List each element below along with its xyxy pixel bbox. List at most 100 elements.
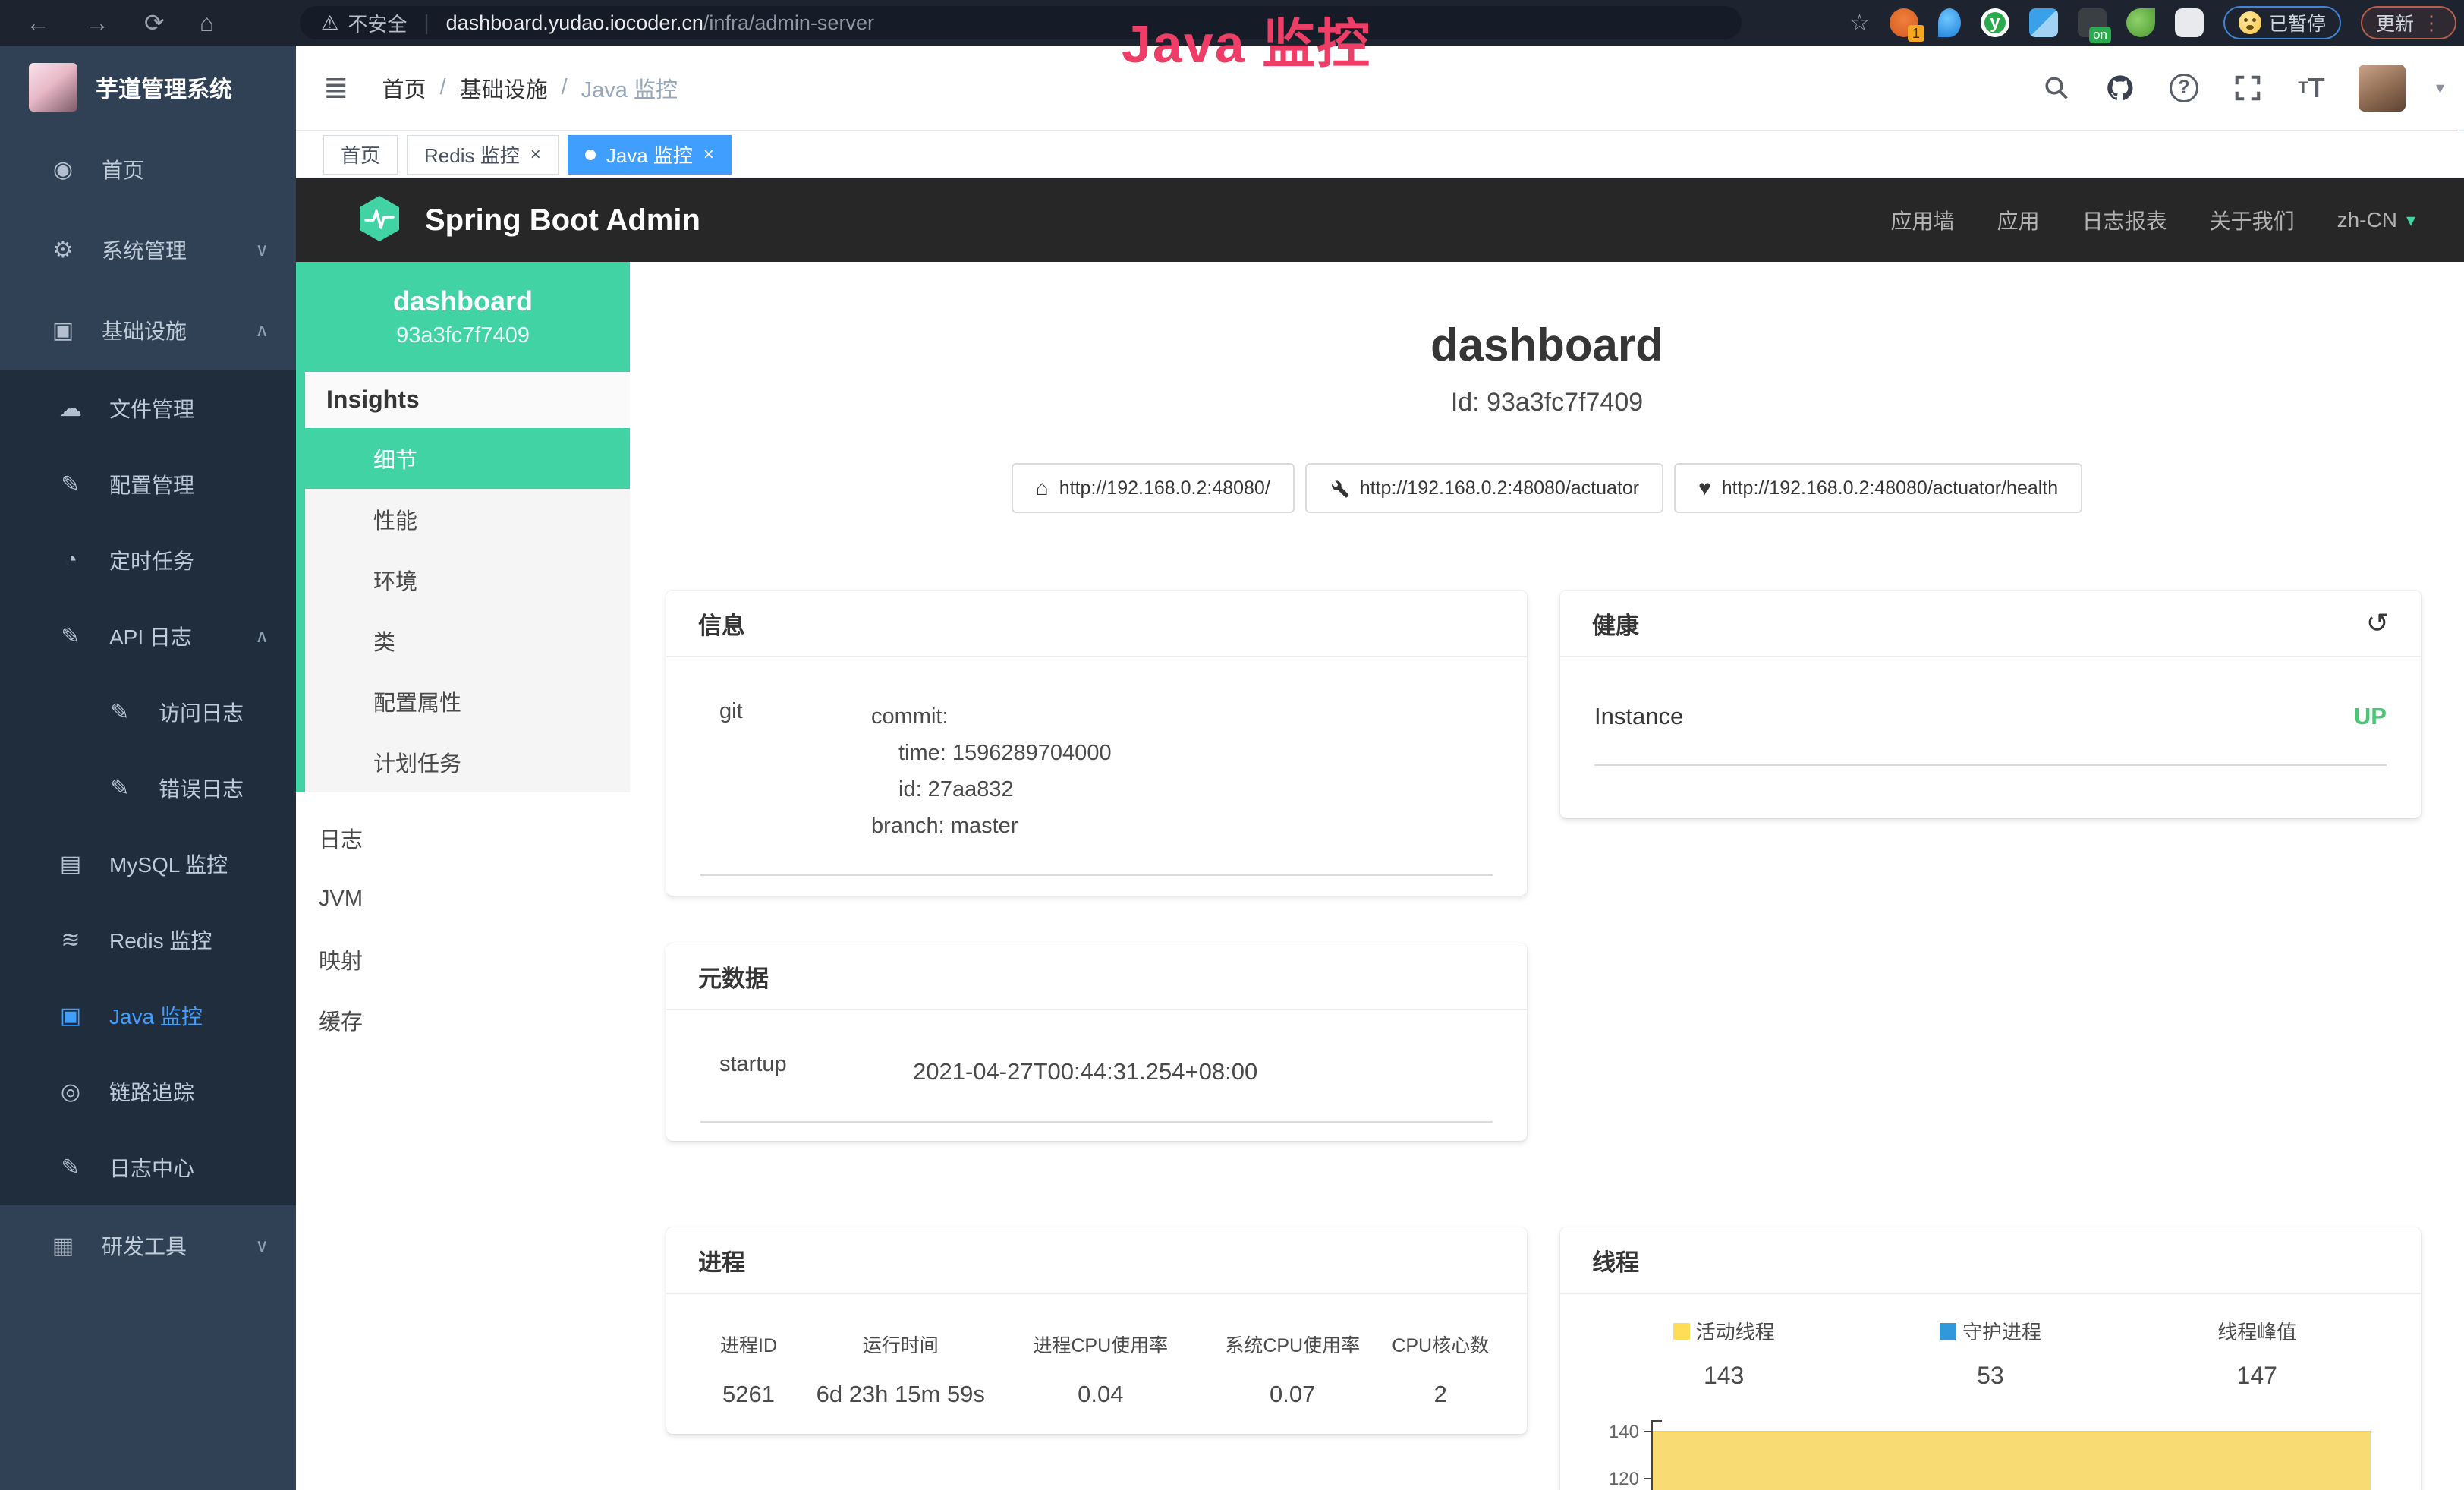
sidebar-item-config-manage[interactable]: ✎ 配置管理	[0, 446, 296, 522]
sidebar-item-access-log[interactable]: ✎ 访问日志	[0, 674, 296, 750]
page-title: dashboard	[630, 319, 2464, 371]
address-bar[interactable]: ⚠ 不安全 | dashboard.yudao.iocoder.cn/infra…	[300, 6, 1742, 39]
screen: ← → ⟳ ⌂ ⚠ 不安全 | dashboard.yudao.iocoder.…	[0, 0, 2464, 1490]
extension-puzzle-icon[interactable]	[2175, 8, 2204, 37]
close-icon[interactable]: ×	[703, 144, 714, 165]
health-url-button[interactable]: ♥ http://192.168.0.2:48080/actuator/heal…	[1674, 463, 2082, 513]
instance-links: ⌂ http://192.168.0.2:48080/ http://192.1…	[630, 463, 2464, 513]
daemon-threads-swatch	[1940, 1323, 1956, 1340]
breadcrumb-home[interactable]: 首页	[382, 72, 426, 104]
sidebar-item-system[interactable]: ⚙ 系统管理 ∨	[0, 209, 296, 290]
breadcrumb-separator: /	[440, 75, 446, 100]
sidebar-item-tracing[interactable]: ◎ 链路追踪	[0, 1054, 296, 1129]
menu-item-classes[interactable]: 类	[305, 610, 630, 671]
insights-group-label: Insights	[305, 372, 630, 428]
extension-y-icon[interactable]: y	[1981, 8, 2009, 37]
back-icon[interactable]: ←	[26, 9, 50, 37]
menu-item-metrics[interactable]: 性能	[305, 489, 630, 550]
extension-tampermonkey-icon[interactable]: on	[2078, 8, 2107, 37]
sba-logo-icon[interactable]	[355, 194, 404, 247]
sba-nav-about[interactable]: 关于我们	[2210, 205, 2295, 235]
insights-group: Insights 细节 性能 环境 类 配置属性 计划任务	[296, 372, 630, 792]
sidebar-item-dev-tools[interactable]: ▦ 研发工具 ∨	[0, 1205, 296, 1286]
security-label[interactable]: 不安全	[348, 9, 407, 37]
bookmark-star-icon[interactable]: ☆	[1849, 10, 1870, 36]
service-url-button[interactable]: ⌂ http://192.168.0.2:48080/	[1012, 463, 1295, 513]
sidebar-item-scheduled-jobs[interactable]: ◔ 定时任务	[0, 522, 296, 598]
chevron-down-icon: ∨	[255, 1235, 269, 1257]
menu-item-logging[interactable]: 日志	[296, 808, 630, 868]
info-value: commit: time: 1596289704000 id: 27aa832 …	[871, 699, 1112, 844]
reload-icon[interactable]: ⟳	[144, 8, 165, 37]
menu-item-scheduled-tasks[interactable]: 计划任务	[305, 732, 630, 792]
threads-body: 活动线程 143 守护进程 53 线程峰值 147 140 120 100	[1560, 1294, 2421, 1490]
history-icon[interactable]: ↺	[2366, 607, 2389, 639]
sidebar-item-log-center[interactable]: ✎ 日志中心	[0, 1129, 296, 1205]
instance-id: 93a3fc7f7409	[396, 323, 530, 348]
github-icon[interactable]	[2104, 71, 2137, 105]
sidebar-item-error-log[interactable]: ✎ 错误日志	[0, 750, 296, 826]
menu-item-caches[interactable]: 缓存	[296, 990, 630, 1051]
fullscreen-icon[interactable]	[2231, 71, 2264, 105]
sidebar-item-infra[interactable]: ▣ 基础设施 ∧	[0, 290, 296, 370]
url-host[interactable]: dashboard.yudao.iocoder.cn	[446, 11, 703, 35]
edit-icon: ✎	[102, 699, 137, 726]
extension-pin-icon[interactable]	[1938, 8, 1961, 37]
extension-grid-icon[interactable]	[2029, 8, 2058, 37]
extension-leaf-icon[interactable]	[2126, 8, 2155, 37]
process-val-proc-cpu: 0.04	[1001, 1381, 1201, 1408]
sidebar-item-file-manage[interactable]: ☁ 文件管理	[0, 370, 296, 446]
sidebar-item-api-log[interactable]: ✎ API 日志 ∧	[0, 598, 296, 674]
omnibox-divider: |	[423, 11, 429, 35]
url-path[interactable]: /infra/admin-server	[703, 11, 874, 35]
hamburger-icon[interactable]: ≣	[323, 71, 349, 106]
sidebar-item-home[interactable]: ◉ 首页	[0, 129, 296, 209]
process-col-cores: CPU核心数	[1384, 1331, 1496, 1358]
gear-icon: ⚙	[46, 237, 80, 263]
tab-redis-monitor[interactable]: Redis 监控 ×	[407, 135, 559, 175]
sba-brand[interactable]: Spring Boot Admin	[425, 203, 700, 238]
sidebar-item-redis-monitor[interactable]: ≋ Redis 监控	[0, 902, 296, 978]
sidebar-item-java-monitor[interactable]: ▣ Java 监控	[0, 978, 296, 1054]
close-icon[interactable]: ×	[530, 144, 541, 165]
sba-nav-applications[interactable]: 应用	[1997, 205, 2040, 235]
menu-item-details[interactable]: 细节	[296, 428, 630, 489]
menu-item-jvm[interactable]: JVM	[296, 868, 630, 929]
caret-down-icon[interactable]: ▾	[2436, 78, 2444, 98]
menu-item-mappings[interactable]: 映射	[296, 929, 630, 990]
tab-home[interactable]: 首页	[323, 135, 398, 175]
legend-live-threads: 活动线程 143	[1591, 1317, 1857, 1390]
actuator-url-button[interactable]: http://192.168.0.2:48080/actuator	[1305, 463, 1663, 513]
instance-name: dashboard	[393, 285, 533, 317]
help-icon[interactable]: ?	[2167, 71, 2201, 105]
sba-nav-wallboard[interactable]: 应用墙	[1891, 205, 1955, 235]
y-tickmark	[1644, 1478, 1653, 1479]
tab-java-monitor[interactable]: Java 监控 ×	[568, 135, 732, 175]
chevron-up-icon: ∧	[255, 320, 269, 342]
browser-home-icon[interactable]: ⌂	[200, 9, 214, 37]
paused-pill[interactable]: 已暂停	[2223, 6, 2341, 39]
menu-item-environment[interactable]: 环境	[305, 550, 630, 610]
forward-icon[interactable]: →	[85, 9, 109, 37]
instance-header[interactable]: dashboard 93a3fc7f7409	[296, 262, 630, 372]
kebab-icon[interactable]: ⋮	[2422, 11, 2441, 35]
sidebar-item-mysql-monitor[interactable]: ▤ MySQL 监控	[0, 826, 296, 902]
update-button[interactable]: 更新 ⋮	[2361, 6, 2456, 39]
font-size-icon[interactable]: TT	[2295, 71, 2328, 105]
locale-select[interactable]: zh-CN ▾	[2337, 208, 2415, 232]
wrench-icon	[1330, 478, 1349, 498]
sba-nav-journal[interactable]: 日志报表	[2082, 205, 2167, 235]
health-card: 健康 ↺ Instance UP	[1560, 591, 2421, 818]
threads-chart: 140 120 100	[1591, 1420, 2390, 1490]
app-title: 芋道管理系统	[96, 71, 232, 104]
search-icon[interactable]	[2040, 71, 2073, 105]
logo-row[interactable]: 芋道管理系统	[0, 46, 296, 129]
user-avatar[interactable]	[2359, 65, 2406, 112]
daemon-threads-value: 53	[1857, 1362, 2123, 1390]
extension-orange-icon[interactable]: 1	[1890, 8, 1918, 37]
annotation-text: Java 监控	[1122, 2, 1371, 78]
health-instance-label: Instance	[1594, 703, 1683, 730]
chevron-up-icon: ∧	[255, 625, 269, 647]
breadcrumb-infra[interactable]: 基础设施	[460, 72, 548, 104]
menu-item-config-props[interactable]: 配置属性	[305, 671, 630, 732]
